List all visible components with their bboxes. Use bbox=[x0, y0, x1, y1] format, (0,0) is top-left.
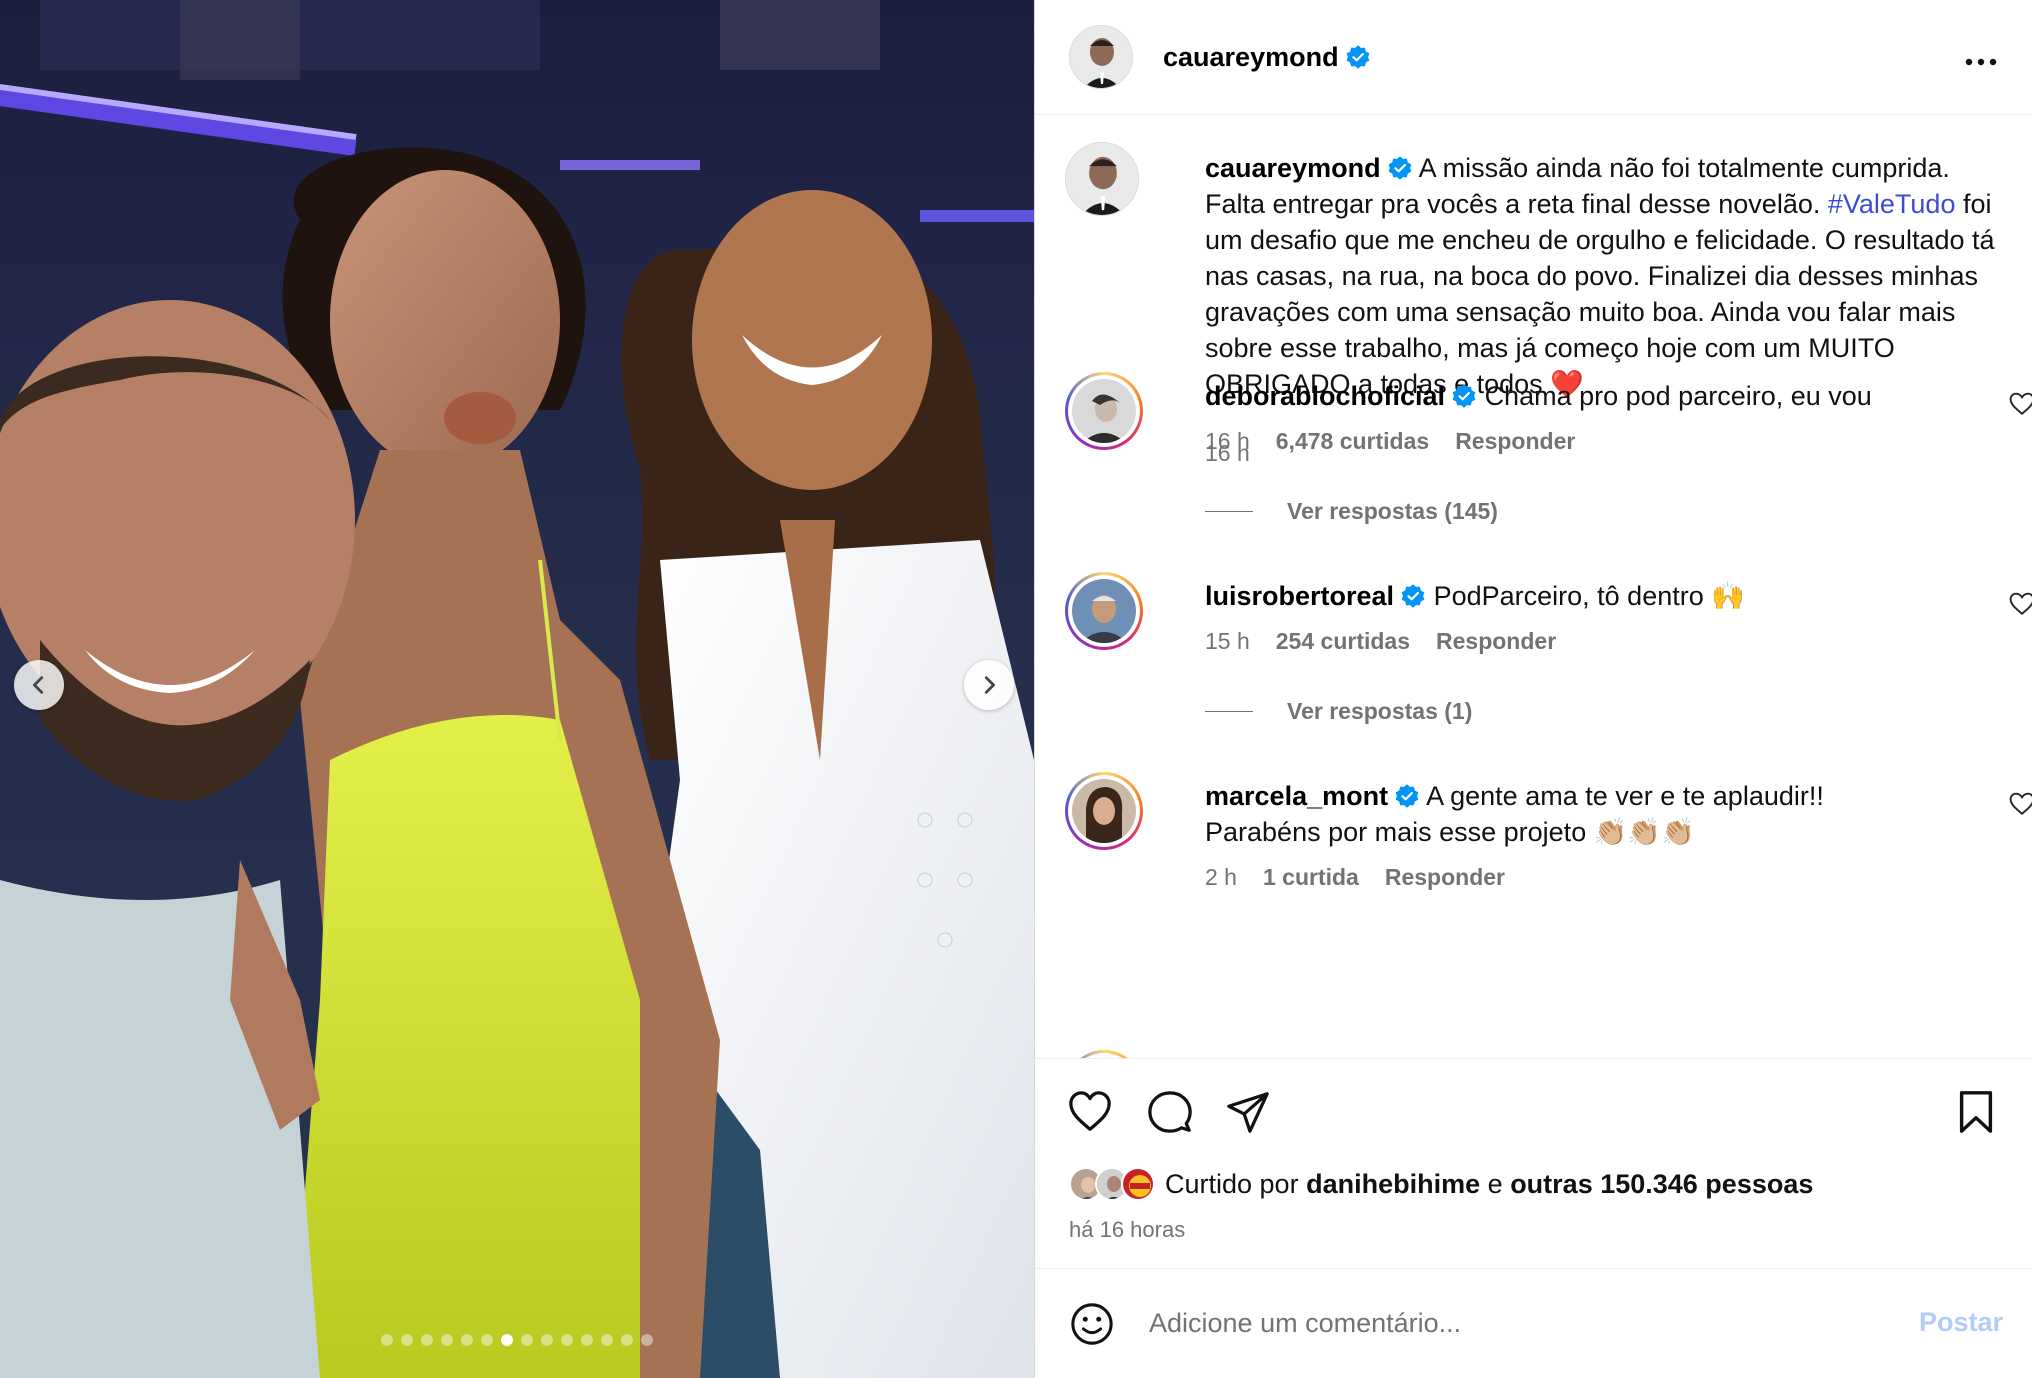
comment-body: deborablochoficial Chama pro pod parceir… bbox=[1205, 378, 1945, 414]
comment-body: marcela_mont A gente ama te ver e te apl… bbox=[1205, 778, 1945, 850]
post-actions: Curtido por danihebihime e outras 150.34… bbox=[1035, 1058, 2032, 1268]
verified-badge-icon bbox=[1346, 45, 1369, 69]
post-comment-button[interactable]: Postar bbox=[1919, 1307, 2003, 1338]
comment-likes-count[interactable]: 1 curtida bbox=[1263, 864, 1359, 891]
share-send-icon[interactable] bbox=[1225, 1089, 1271, 1135]
post-photo bbox=[0, 0, 1034, 1378]
comment-time[interactable]: 16 h bbox=[1205, 428, 1250, 455]
previous-slide-button[interactable] bbox=[14, 660, 64, 710]
comment-text: Chama pro pod parceiro, eu vou bbox=[1484, 381, 1872, 411]
commenter-avatar-ring[interactable] bbox=[1065, 1050, 1143, 1058]
view-replies-button[interactable]: Ver respostas (1) bbox=[1205, 698, 1472, 725]
comment-text: PodParceiro, tô dentro 🙌 bbox=[1433, 581, 1745, 611]
comment-username[interactable]: marcela_mont bbox=[1205, 781, 1388, 811]
commenter-avatar-ring[interactable] bbox=[1065, 372, 1143, 450]
carousel-dot bbox=[621, 1334, 633, 1346]
commenter-avatar bbox=[1072, 379, 1136, 443]
commenter-avatar-ring[interactable] bbox=[1065, 572, 1143, 650]
reply-button[interactable]: Responder bbox=[1455, 428, 1575, 455]
carousel-dot bbox=[401, 1334, 413, 1346]
carousel-dot bbox=[481, 1334, 493, 1346]
comment-composer: Postar bbox=[1035, 1268, 2032, 1378]
chevron-right-icon bbox=[984, 676, 995, 694]
comment-likes-count[interactable]: 6,478 curtidas bbox=[1276, 428, 1429, 455]
comment-time[interactable]: 2 h bbox=[1205, 864, 1237, 891]
liked-by-prefix: Curtido por bbox=[1165, 1168, 1299, 1199]
comment-time[interactable]: 15 h bbox=[1205, 628, 1250, 655]
comment-bubble-icon[interactable] bbox=[1147, 1089, 1193, 1135]
carousel-dot bbox=[461, 1334, 473, 1346]
verified-badge-icon bbox=[1388, 156, 1411, 180]
carousel-dot bbox=[581, 1334, 593, 1346]
comments-scroll-area[interactable]: cauareymond A missão ainda não foi total… bbox=[1035, 116, 2032, 1058]
save-bookmark-icon[interactable] bbox=[1953, 1089, 1999, 1135]
reply-button[interactable]: Responder bbox=[1385, 864, 1505, 891]
carousel-dot bbox=[561, 1334, 573, 1346]
carousel-dot bbox=[521, 1334, 533, 1346]
comment-meta: 2 h 1 curtida Responder bbox=[1205, 864, 1505, 891]
next-slide-button[interactable] bbox=[964, 660, 1014, 710]
carousel-dot bbox=[421, 1334, 433, 1346]
post-header: cauareymond bbox=[1035, 0, 2032, 115]
carousel-dot bbox=[601, 1334, 613, 1346]
commenter-avatar bbox=[1072, 779, 1136, 843]
carousel-dot bbox=[641, 1334, 653, 1346]
comment-input[interactable] bbox=[1149, 1299, 1869, 1347]
chevron-left-icon bbox=[33, 676, 44, 694]
liker-avatar bbox=[1121, 1167, 1155, 1201]
comment-body: luisrobertoreal PodParceiro, tô dentro 🙌 bbox=[1205, 578, 1945, 614]
view-replies-label: Ver respostas (1) bbox=[1287, 698, 1473, 724]
caption-username[interactable]: cauareymond bbox=[1205, 153, 1381, 183]
liked-by-conjunction: e bbox=[1487, 1168, 1503, 1199]
verified-badge-icon bbox=[1452, 384, 1476, 408]
commenter-avatar-ring[interactable] bbox=[1065, 772, 1143, 850]
comment-like-heart-icon[interactable] bbox=[2009, 392, 2032, 416]
comment-meta: 15 h 254 curtidas Responder bbox=[1205, 628, 1556, 655]
carousel-dot bbox=[541, 1334, 553, 1346]
comment-like-heart-icon[interactable] bbox=[2009, 792, 2032, 816]
verified-badge-icon bbox=[1401, 584, 1425, 608]
more-horizontal-icon bbox=[1965, 58, 1997, 66]
view-replies-label: Ver respostas (145) bbox=[1287, 498, 1498, 524]
author-avatar[interactable] bbox=[1069, 25, 1133, 89]
carousel-dot bbox=[381, 1334, 393, 1346]
post-details-panel: cauareymond cauareymond A missão ainda n… bbox=[1034, 0, 2032, 1378]
carousel-dot bbox=[441, 1334, 453, 1346]
replies-divider-line bbox=[1205, 711, 1253, 712]
hashtag-link[interactable]: #ValeTudo bbox=[1828, 189, 1956, 219]
carousel-indicator bbox=[0, 1334, 1034, 1346]
caption-body-end: foi um desafio que me encheu de orgulho … bbox=[1205, 189, 1995, 399]
verified-badge-icon bbox=[1395, 784, 1419, 808]
instagram-post-view: cauareymond cauareymond A missão ainda n… bbox=[0, 0, 2032, 1378]
comment-likes-count[interactable]: 254 curtidas bbox=[1276, 628, 1410, 655]
replies-divider-line bbox=[1205, 511, 1253, 512]
more-options-button[interactable] bbox=[1965, 40, 1997, 74]
comment-like-heart-icon[interactable] bbox=[2009, 592, 2032, 616]
post-media[interactable] bbox=[0, 0, 1034, 1378]
liked-by-others[interactable]: outras 150.346 pessoas bbox=[1510, 1169, 1813, 1200]
comment-username[interactable]: deborablochoficial bbox=[1205, 381, 1445, 411]
post-timestamp[interactable]: há 16 horas bbox=[1069, 1217, 1185, 1243]
like-heart-icon[interactable] bbox=[1067, 1089, 1113, 1135]
commenter-avatar bbox=[1072, 579, 1136, 643]
liker-avatars[interactable] bbox=[1069, 1167, 1155, 1201]
likes-summary: Curtido por danihebihime e outras 150.34… bbox=[1069, 1167, 1813, 1201]
carousel-dot bbox=[501, 1334, 513, 1346]
caption-author-avatar[interactable] bbox=[1065, 142, 1139, 216]
view-replies-button[interactable]: Ver respostas (145) bbox=[1205, 498, 1498, 525]
liked-by-username[interactable]: danihebihime bbox=[1306, 1169, 1480, 1200]
comment-username[interactable]: luisrobertoreal bbox=[1205, 581, 1394, 611]
reply-button[interactable]: Responder bbox=[1436, 628, 1556, 655]
comment-meta: 16 h 6,478 curtidas Responder bbox=[1205, 428, 1575, 455]
caption-text: cauareymond A missão ainda não foi total… bbox=[1205, 150, 2005, 402]
emoji-smiley-icon[interactable] bbox=[1069, 1301, 1115, 1347]
author-username[interactable]: cauareymond bbox=[1163, 42, 1339, 73]
